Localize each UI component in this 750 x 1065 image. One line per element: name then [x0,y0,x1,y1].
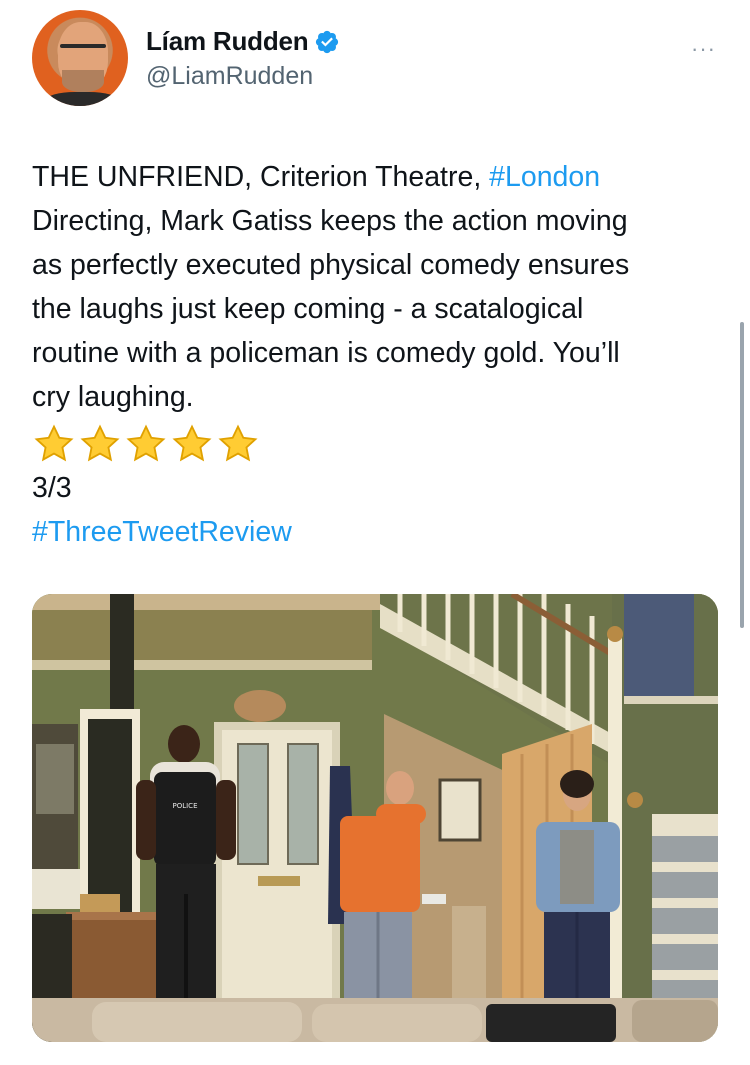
avatar-beard [62,70,104,92]
tweet-line: routine with a policeman is comedy gold.… [32,337,620,369]
avatar-glasses [60,44,106,48]
star-icon [218,424,258,462]
star-icon [34,424,74,462]
police-vest-label: POLICE [172,802,197,810]
thread-count: 3/3 [32,472,72,504]
more-dots-icon[interactable]: ··· [691,36,716,62]
star-icon [80,424,120,462]
tweet-line: cry laughing. [32,381,194,413]
tweet-line: as perfectly executed physical comedy en… [32,249,630,281]
avatar-shirt [46,92,118,106]
author-handle[interactable]: @LiamRudden [146,62,313,91]
tweet-line: THE UNFRIEND, Criterion Theatre, #London [32,155,722,199]
avatar[interactable] [32,10,128,106]
star-rating [32,422,722,466]
scrollbar[interactable] [740,322,744,628]
tweet-line: Directing, Mark Gatiss keeps the action … [32,205,628,237]
stage-scene-photo[interactable]: POLICE [32,594,718,1042]
star-icon [126,424,166,462]
tweet-line: the laughs just keep coming - a scatalog… [32,293,584,325]
hashtag-link[interactable]: #ThreeTweetReview [32,510,722,554]
tweet-text: THE UNFRIEND, Criterion Theatre, #London… [32,155,722,554]
stage-scene-illustration: POLICE [32,594,718,1042]
star-icon [172,424,212,462]
hashtag-link[interactable]: #London [489,161,600,193]
author-name[interactable]: Líam Rudden [146,26,309,57]
author-name-row[interactable]: Líam Rudden [146,26,340,57]
verified-badge-icon [316,30,339,53]
tweet-text-segment: THE UNFRIEND, Criterion Theatre, [32,161,490,193]
